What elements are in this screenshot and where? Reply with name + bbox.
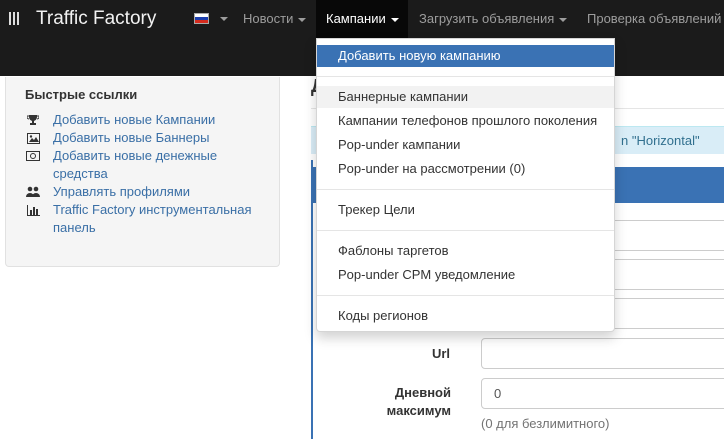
menu-item-banner-campaigns[interactable]: Баннерные кампании xyxy=(317,86,614,108)
menu-item-popunder-cpm-notification[interactable]: Pop-under CPM уведомление xyxy=(317,264,614,286)
daily-max-label: Дневной максимум xyxy=(386,385,451,418)
menu-item-region-codes[interactable]: Коды регионов xyxy=(317,305,614,327)
info-alert-text: n "Horizontal" xyxy=(621,133,700,148)
quick-links-panel: Быстрые ссылки Добавить новые Кампании Д… xyxy=(5,77,280,267)
menu-divider xyxy=(317,76,614,77)
menu-divider xyxy=(317,189,614,190)
quick-links-title: Быстрые ссылки xyxy=(25,87,138,102)
chevron-down-icon xyxy=(390,17,399,22)
daily-max-input[interactable]: 0 xyxy=(481,378,724,409)
quick-link-add-banners[interactable]: Добавить новые Баннеры xyxy=(26,129,210,147)
menu-item-popunder-pending[interactable]: Pop-under на рассмотрении (0) xyxy=(317,158,614,180)
menu-item-legacy-phone-campaigns[interactable]: Кампании телефонов прошлого поколения xyxy=(317,110,614,132)
url-input[interactable] xyxy=(481,338,724,369)
trophy-icon xyxy=(26,114,40,126)
quick-link-add-funds[interactable]: Добавить новые денежные средства xyxy=(26,147,226,183)
nav-campaigns[interactable]: Кампании xyxy=(316,0,408,38)
menu-item-target-templates[interactable]: Фаблоны таргетов xyxy=(317,240,614,262)
chevron-down-icon[interactable] xyxy=(220,17,228,21)
nav-ad-review[interactable]: Проверка объявлений xyxy=(577,0,724,38)
chevron-down-icon xyxy=(559,17,568,22)
menu-item-popunder-campaigns[interactable]: Pop-under кампании xyxy=(317,134,614,156)
quick-link-dashboard[interactable]: Traffic Factory инструментальная панель xyxy=(26,201,266,237)
menu-toggle-icon[interactable] xyxy=(9,12,21,25)
quick-link-manage-profiles[interactable]: Управлять профилями xyxy=(26,183,190,201)
image-icon xyxy=(26,132,40,144)
url-label: Url xyxy=(431,346,450,361)
menu-item-add-campaign[interactable]: Добавить новую кампанию xyxy=(317,45,614,67)
campaigns-dropdown-menu: Добавить новую кампанию Баннерные кампан… xyxy=(316,38,615,332)
chevron-down-icon xyxy=(298,17,307,22)
russia-flag-icon[interactable] xyxy=(194,13,209,24)
menu-item-goal-tracker[interactable]: Трекер Цели xyxy=(317,199,614,221)
users-icon xyxy=(26,186,40,198)
brand-logo[interactable]: Traffic Factory xyxy=(36,8,156,30)
money-icon xyxy=(26,150,40,162)
menu-divider xyxy=(317,230,614,231)
menu-divider xyxy=(317,295,614,296)
nav-news[interactable]: Новости xyxy=(233,0,316,38)
daily-max-help: (0 для безлимитного) xyxy=(481,416,610,431)
bar-chart-icon xyxy=(26,204,40,216)
quick-link-add-campaigns[interactable]: Добавить новые Кампании xyxy=(26,111,215,129)
nav-upload-ads[interactable]: Загрузить объявления xyxy=(409,0,577,38)
